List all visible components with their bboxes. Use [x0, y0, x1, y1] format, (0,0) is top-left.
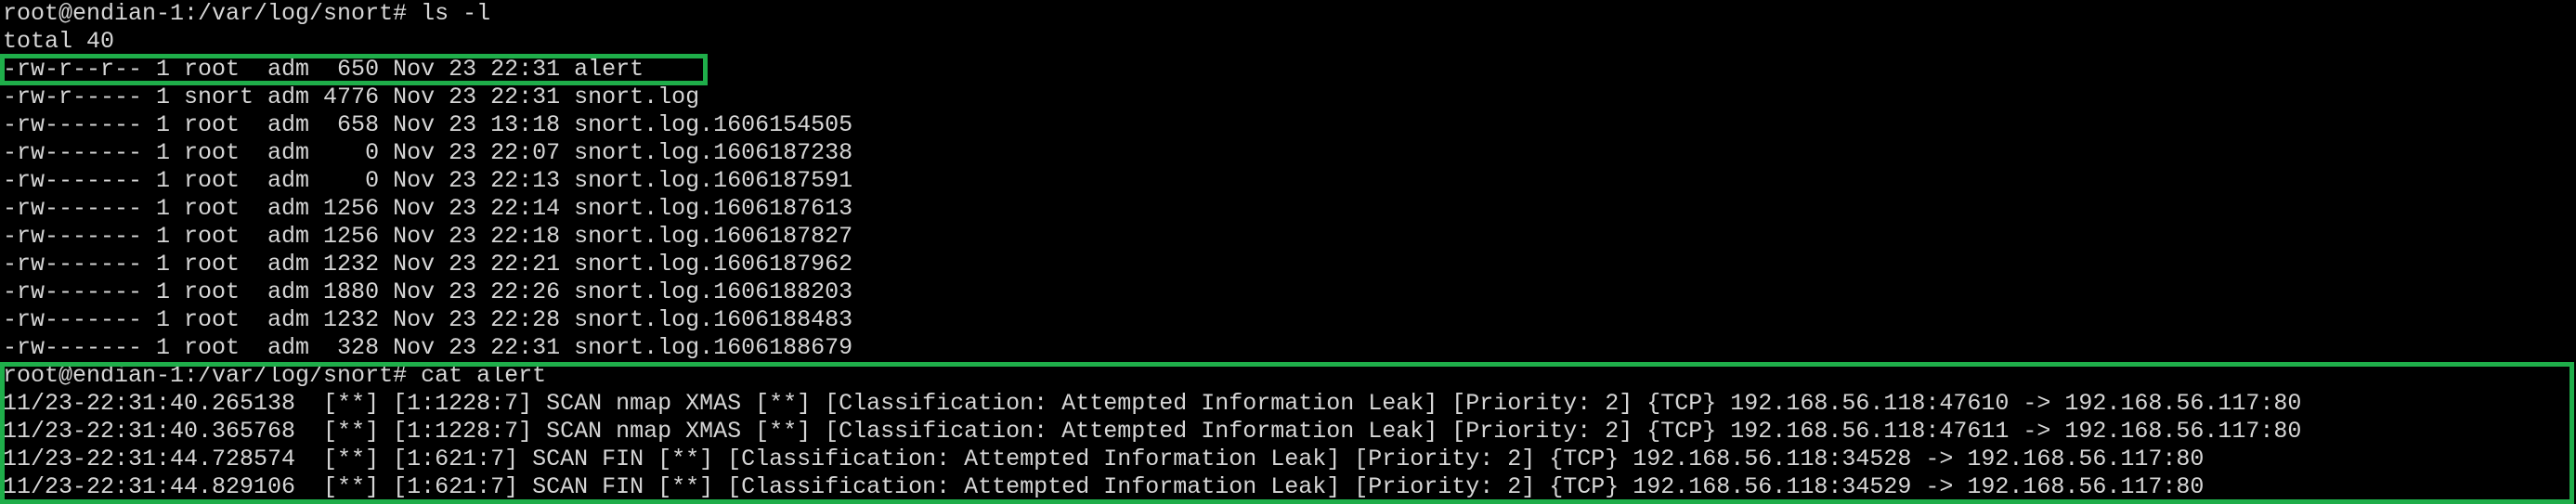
terminal-window[interactable]: root@endian-1:/var/log/snort# ls -l total…	[0, 0, 2576, 504]
file-row: -rw------- 1 root adm 1232 Nov 23 22:28 …	[3, 306, 853, 333]
file-row: -rw------- 1 root adm 0 Nov 23 22:13 sno…	[3, 167, 853, 194]
file-row: -rw------- 1 root adm 1256 Nov 23 22:14 …	[3, 195, 853, 222]
file-row: -rw------- 1 root adm 1256 Nov 23 22:18 …	[3, 223, 853, 250]
file-row-alert: -rw-r--r-- 1 root adm 650 Nov 23 22:31 a…	[3, 56, 644, 83]
file-row: -rw------- 1 root adm 1880 Nov 23 22:26 …	[3, 278, 853, 305]
file-row: -rw------- 1 root adm 1232 Nov 23 22:21 …	[3, 251, 853, 278]
prompt-ls-command: root@endian-1:/var/log/snort# ls -l	[3, 0, 491, 27]
ls-total-line: total 40	[3, 28, 115, 55]
alert-entry: 11/23-22:31:44.728574 [**] [1:621:7] SCA…	[3, 446, 2205, 472]
terminal-output: root@endian-1:/var/log/snort# ls -l total…	[3, 0, 2301, 501]
file-row: -rw------- 1 root adm 0 Nov 23 22:07 sno…	[3, 139, 853, 166]
file-row: -rw------- 1 root adm 328 Nov 23 22:31 s…	[3, 334, 853, 361]
alert-entry: 11/23-22:31:40.365768 [**] [1:1228:7] SC…	[3, 418, 2302, 445]
alert-entry: 11/23-22:31:44.829106 [**] [1:621:7] SCA…	[3, 473, 2205, 500]
file-row-snort-log: -rw-r----- 1 snort adm 4776 Nov 23 22:31…	[3, 84, 700, 110]
alert-entry: 11/23-22:31:40.265138 [**] [1:1228:7] SC…	[3, 390, 2302, 417]
file-row: -rw------- 1 root adm 658 Nov 23 13:18 s…	[3, 111, 853, 138]
prompt-cat-command: root@endian-1:/var/log/snort# cat alert	[3, 362, 547, 389]
